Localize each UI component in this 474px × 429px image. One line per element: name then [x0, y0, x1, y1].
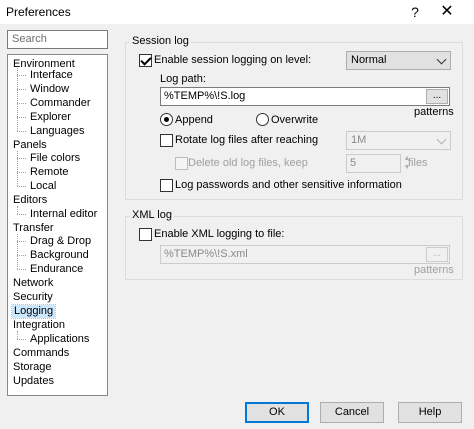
tree-connector: [17, 68, 18, 131]
xml-path-browse-button[interactable]: ...: [426, 247, 448, 262]
tree-item-editors[interactable]: Editors: [13, 194, 47, 207]
tree-connector: [17, 339, 26, 340]
tree-item-network[interactable]: Network: [13, 277, 53, 290]
tree-connector: [17, 103, 26, 104]
tree-connector: [17, 214, 26, 215]
rotate-size-select[interactable]: 1M: [346, 131, 451, 150]
enable-xml-logging-checkbox[interactable]: [139, 228, 152, 241]
keep-count-input[interactable]: 5: [346, 154, 401, 173]
tree-connector: [17, 186, 26, 187]
tree-item-languages[interactable]: Languages: [30, 125, 84, 138]
tree-item-transfer[interactable]: Transfer: [13, 222, 54, 235]
tree-item-integration[interactable]: Integration: [13, 319, 65, 332]
log-path-value: %TEMP%\!S.log: [164, 90, 246, 102]
enable-session-logging-checkbox[interactable]: [139, 54, 152, 67]
delete-old-logs-label: Delete old log files, keep: [188, 157, 308, 169]
tree-connector: [17, 234, 18, 269]
keep-count-value: 5: [350, 157, 357, 169]
tree-item-internal-editor[interactable]: Internal editor: [30, 208, 97, 221]
tree-item-storage[interactable]: Storage: [13, 361, 52, 374]
ok-button[interactable]: OK: [245, 402, 309, 423]
xml-path-patterns-link[interactable]: patterns: [414, 264, 454, 276]
tree-connector: [17, 255, 26, 256]
append-radio[interactable]: [160, 113, 173, 126]
tree-item-remote[interactable]: Remote: [30, 166, 69, 179]
logging-level-select[interactable]: Normal: [346, 51, 451, 70]
tree-item-interface[interactable]: Interface: [30, 69, 73, 82]
log-path-browse-button[interactable]: ...: [426, 89, 448, 104]
tree-item-window[interactable]: Window: [30, 83, 69, 96]
enable-xml-logging-label: Enable XML logging to file:: [154, 228, 285, 240]
rotate-log-files-checkbox[interactable]: [160, 134, 173, 147]
tree-item-logging[interactable]: Logging: [10, 304, 57, 319]
delete-old-logs-checkbox[interactable]: [175, 157, 188, 170]
tree-item-panels[interactable]: Panels: [13, 139, 47, 152]
tree-connector: [17, 117, 26, 118]
tree-item-explorer[interactable]: Explorer: [30, 111, 71, 124]
rotate-log-files-label: Rotate log files after reaching: [175, 134, 319, 146]
tree-item-commander[interactable]: Commander: [30, 97, 91, 110]
help-button[interactable]: Help: [398, 402, 462, 423]
rotate-size-value: 1M: [351, 134, 367, 146]
log-path-patterns-link[interactable]: patterns: [414, 106, 454, 118]
enable-session-logging-label: Enable session logging on level:: [154, 54, 312, 66]
log-path-label: Log path:: [160, 73, 206, 85]
window-title: Preferences: [6, 5, 71, 19]
tree-connector: [17, 206, 18, 214]
tree-connector: [17, 331, 18, 339]
tree-item-file-colors[interactable]: File colors: [30, 152, 80, 165]
title-bar: Preferences ? ✕: [0, 0, 474, 24]
logging-level-value: Normal: [351, 54, 387, 66]
tree-connector: [17, 158, 26, 159]
xml-path-value: %TEMP%\!S.xml: [164, 248, 248, 260]
files-label: files: [408, 157, 428, 169]
session-log-legend: Session log: [130, 35, 191, 47]
overwrite-label: Overwrite: [271, 114, 319, 126]
log-path-input[interactable]: %TEMP%\!S.log: [160, 87, 450, 106]
tree-connector: [17, 89, 26, 90]
tree-item-endurance[interactable]: Endurance: [30, 263, 83, 276]
tree-item-applications[interactable]: Applications: [30, 333, 89, 346]
preferences-tree[interactable]: Environment Interface Window Commander E…: [7, 54, 108, 396]
tree-connector: [17, 151, 18, 186]
append-label: Append: [175, 114, 213, 126]
chevron-down-icon: [436, 134, 447, 145]
tree-connector: [17, 131, 26, 132]
tree-connector: [17, 241, 26, 242]
tree-item-updates[interactable]: Updates: [13, 375, 54, 388]
help-title-button[interactable]: ?: [400, 0, 430, 24]
tree-item-security[interactable]: Security: [13, 291, 53, 304]
tree-connector: [17, 172, 26, 173]
tree-item-background[interactable]: Background: [30, 249, 89, 262]
log-passwords-checkbox[interactable]: [160, 179, 173, 192]
tree-connector: [17, 75, 26, 76]
close-icon[interactable]: ✕: [432, 0, 462, 24]
tree-item-commands[interactable]: Commands: [13, 347, 69, 360]
overwrite-radio[interactable]: [256, 113, 269, 126]
tree-item-drag-drop[interactable]: Drag & Drop: [30, 235, 91, 248]
tree-item-local[interactable]: Local: [30, 180, 56, 193]
tree-connector: [17, 269, 26, 270]
xml-log-legend: XML log: [130, 209, 174, 221]
xml-path-input[interactable]: %TEMP%\!S.xml: [160, 245, 450, 264]
cancel-button[interactable]: Cancel: [320, 402, 384, 423]
chevron-down-icon: [436, 54, 447, 65]
search-input[interactable]: Search: [7, 30, 108, 49]
log-passwords-label: Log passwords and other sensitive inform…: [175, 179, 402, 191]
